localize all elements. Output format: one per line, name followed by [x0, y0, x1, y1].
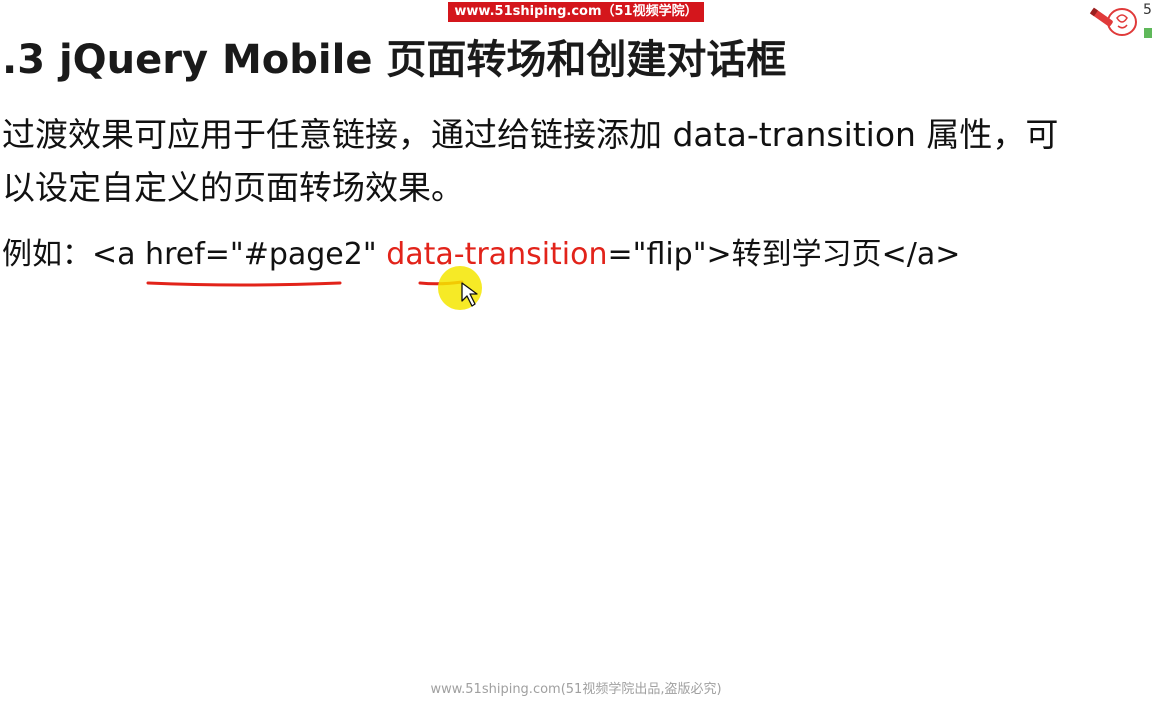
pointer-cursor-icon: [461, 282, 478, 307]
paragraph-line-2: 以设定自定义的页面转场效果。: [2, 168, 464, 207]
paragraph-line-1: 过渡效果可应用于任意链接，通过给链接添加 data-transition 属性，…: [2, 115, 1059, 154]
example-code-open: <a href="#page2": [92, 237, 387, 272]
description-paragraph: 过渡效果可应用于任意链接，通过给链接添加 data-transition 属性，…: [2, 108, 1150, 214]
underline-href: [146, 281, 342, 287]
corner-mark: [1144, 28, 1152, 38]
pencil-cloud-logo-icon: [1089, 7, 1137, 36]
watermark-banner: www.51shiping.com（51视频学院）: [448, 2, 704, 22]
watermark-footer: www.51shiping.com(51视频学院出品,盗版必究): [430, 682, 722, 697]
example-prefix: 例如：: [2, 237, 92, 272]
example-code-attr: data-transition: [386, 237, 608, 272]
example-code-rest: ="flip">转到学习页</a>: [607, 237, 961, 272]
example-line: 例如：<a href="#page2" data-transition="fli…: [2, 228, 960, 282]
underline-data-transition: [418, 280, 464, 286]
corner-digit: 5: [1143, 2, 1152, 18]
slide-title: .3 jQuery Mobile 页面转场和创建对话框: [2, 37, 787, 83]
